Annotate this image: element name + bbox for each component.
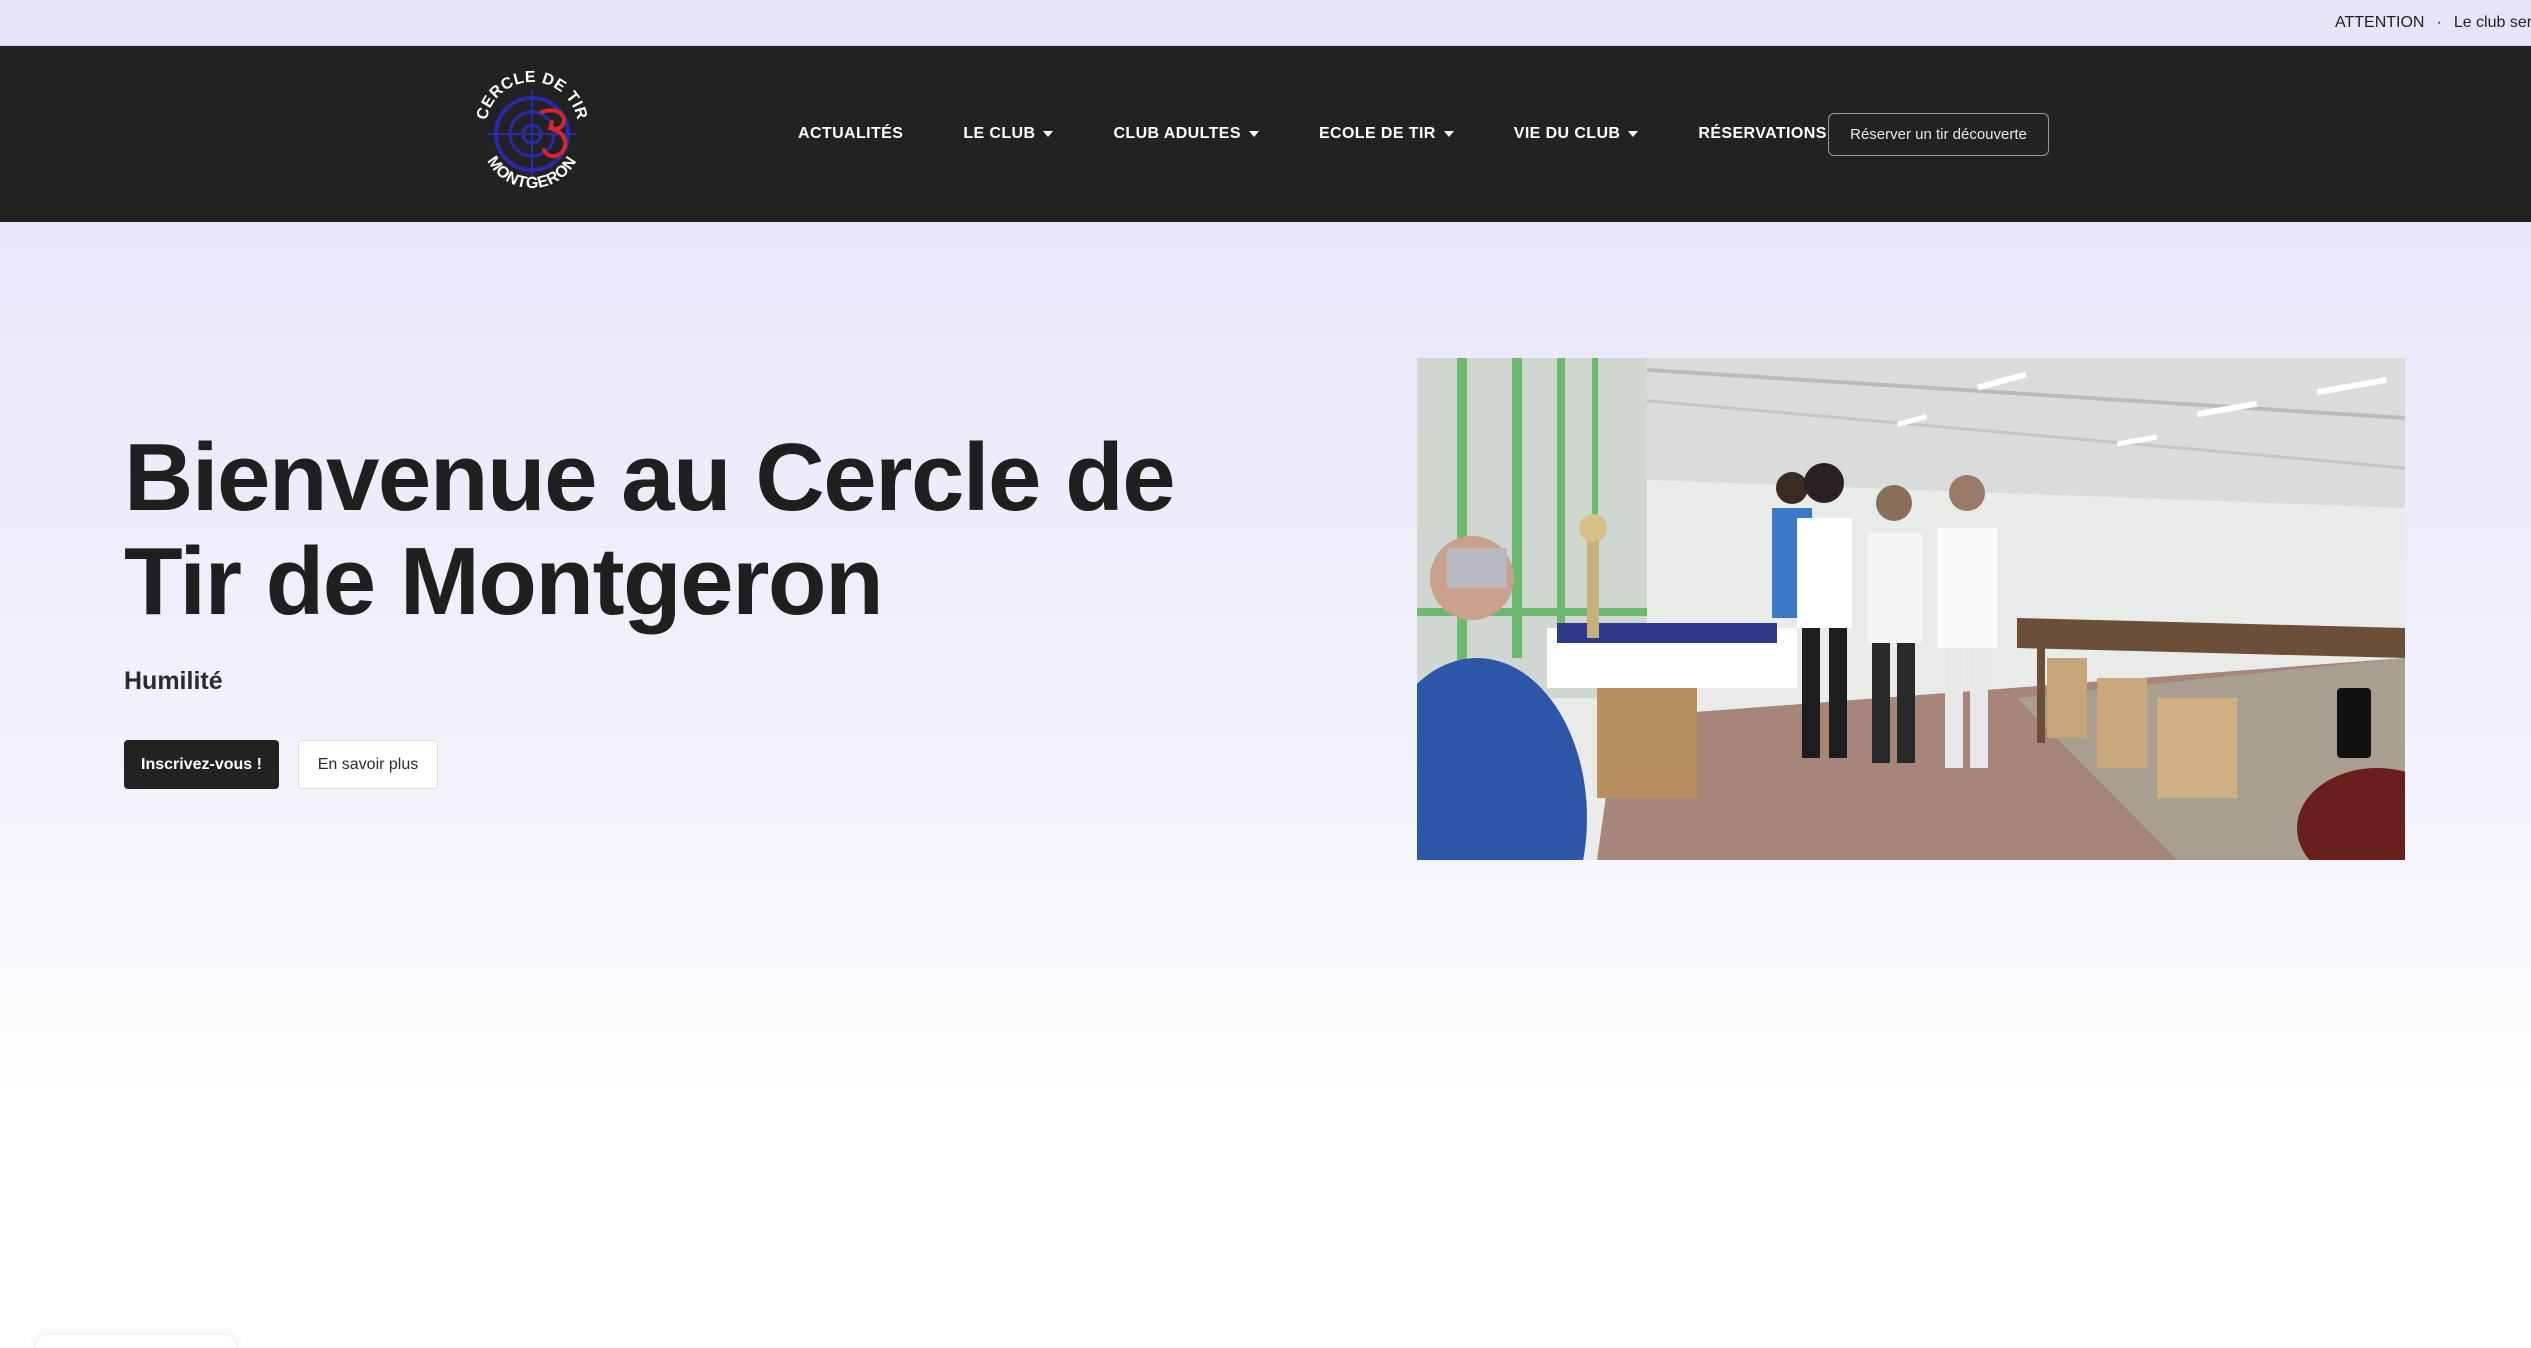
caret-down-icon bbox=[1043, 131, 1054, 137]
nav-item-label: VIE DU CLUB bbox=[1513, 125, 1621, 142]
nav-item-le-club[interactable]: LE CLUB bbox=[963, 125, 1054, 143]
announcement-text: Le club ser bbox=[2453, 14, 2531, 31]
caret-down-icon bbox=[1628, 131, 1639, 137]
learn-more-button[interactable]: En savoir plus bbox=[298, 740, 438, 789]
nav-item-label: RÉSERVATIONS bbox=[1698, 125, 1827, 142]
announcement-bar: ATTENTION · Le club ser bbox=[0, 0, 2531, 46]
nav-item-vie-du-club[interactable]: VIE DU CLUB bbox=[1514, 125, 1639, 143]
hero-title-line-2: Tir de Montgeron bbox=[124, 528, 884, 635]
caret-down-icon bbox=[1443, 131, 1454, 137]
floating-widget[interactable] bbox=[36, 1335, 236, 1348]
announcement-ticker: ATTENTION · Le club ser bbox=[2335, 0, 2531, 45]
hero-title-line-1: Bienvenue au Cercle de bbox=[124, 424, 1176, 531]
site-header: CERCLE DE TIR MONTGERON ACTUALITÉS LE CL… bbox=[0, 46, 2531, 222]
club-logo[interactable]: CERCLE DE TIR MONTGERON bbox=[470, 56, 595, 211]
announcement-separator: · bbox=[2436, 14, 2442, 31]
nav-item-ecole-de-tir[interactable]: ECOLE DE TIR bbox=[1319, 125, 1454, 143]
book-trial-button[interactable]: Réserver un tir découverte bbox=[1828, 113, 2049, 156]
caret-down-icon bbox=[1248, 131, 1259, 137]
nav-item-label: ACTUALITÉS bbox=[798, 125, 904, 142]
nav-item-reservations[interactable]: RÉSERVATIONS bbox=[1698, 125, 1826, 143]
nav-item-label: ECOLE DE TIR bbox=[1318, 125, 1436, 142]
announcement-label: ATTENTION bbox=[2335, 14, 2425, 31]
hero-title: Bienvenue au Cercle de Tir de Montgeron bbox=[124, 426, 1274, 634]
nav-item-label: LE CLUB bbox=[963, 125, 1036, 142]
main-nav: ACTUALITÉS LE CLUB CLUB ADULTES ECOLE DE… bbox=[798, 46, 1887, 222]
hero-photo bbox=[1417, 358, 2405, 860]
hero-subtitle: Humilité bbox=[124, 667, 223, 695]
nav-item-club-adultes[interactable]: CLUB ADULTES bbox=[1113, 125, 1259, 143]
signup-button[interactable]: Inscrivez-vous ! bbox=[124, 740, 279, 789]
nav-item-label: CLUB ADULTES bbox=[1113, 125, 1241, 142]
nav-item-actualites[interactable]: ACTUALITÉS bbox=[798, 125, 903, 143]
